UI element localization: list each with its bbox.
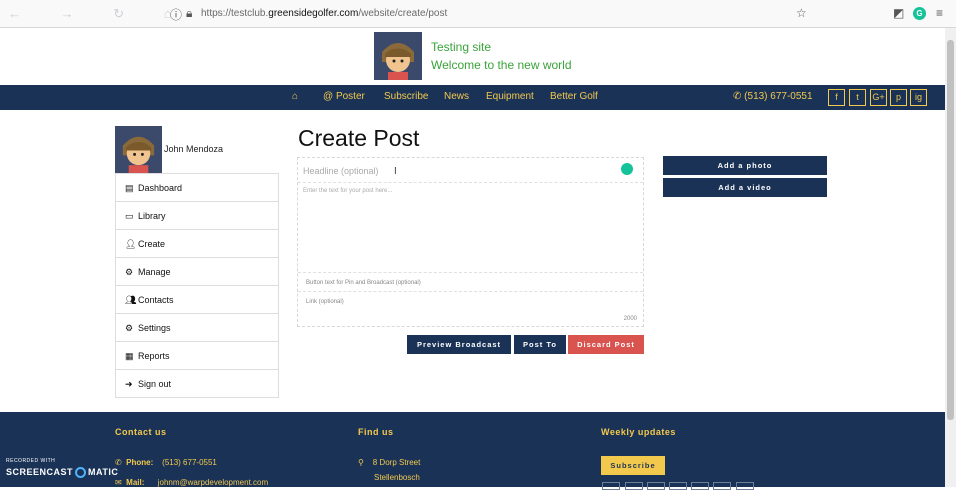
mail-icon: ✉ (115, 478, 122, 487)
gears-icon: ⚙ (125, 323, 134, 333)
post-to-button[interactable]: Post To (514, 335, 566, 354)
dashboard-icon: ▤ (125, 183, 134, 193)
text-cursor-icon: Ι (394, 166, 397, 177)
link-input[interactable]: Link (optional) (298, 291, 643, 315)
facebook-icon[interactable]: f (828, 89, 845, 106)
menu-icon[interactable]: ≡ (936, 6, 943, 20)
sidebar-item-reports[interactable]: ▦ Reports (116, 342, 278, 370)
map-marker-icon: ⚲ (358, 458, 364, 467)
site-subtitle: Welcome to the new world (431, 58, 572, 72)
char-counter: 2000 (623, 316, 637, 322)
site-title: Testing site (431, 40, 492, 54)
profile-name: John Mendoza (164, 144, 224, 154)
screencast-logo-icon (75, 467, 87, 479)
footer-social-icon[interactable] (736, 482, 754, 490)
user-icon: 👤︎ (125, 239, 137, 249)
subscribe-button[interactable]: Subscribe (601, 456, 665, 475)
sidebar-item-sign-out[interactable]: ➜ Sign out (116, 370, 278, 398)
address-bar[interactable]: https://testclub.greensidegolfer.com/web… (201, 8, 447, 19)
headline-input[interactable]: Headline (optional) Ι (298, 158, 643, 183)
button-text-input[interactable]: Button text for Pin and Broadcast (optio… (298, 272, 643, 291)
google-plus-icon[interactable]: G+ (870, 89, 887, 106)
sidebar-item-settings[interactable]: ⚙ Settings (116, 314, 278, 342)
nav-item-better-golf[interactable]: Better Golf (550, 91, 598, 102)
bookmark-star-icon[interactable]: ☆ (796, 6, 807, 20)
sidebar-item-contacts[interactable]: 👥︎ Contacts (116, 286, 278, 314)
add-video-button[interactable]: Add a video (663, 178, 827, 197)
weekly-updates-heading: Weekly updates (601, 427, 676, 437)
nav-item-equipment[interactable]: Equipment (486, 91, 534, 102)
grammarly-icon[interactable] (621, 163, 633, 175)
pocket-icon[interactable]: ◩ (893, 6, 904, 20)
footer-mail[interactable]: ✉ Mail: johnm@warpdevelopment.com (115, 478, 268, 487)
footer-social-icon[interactable] (625, 482, 643, 490)
footer-phone[interactable]: ✆ Phone: (513) 677-0551 (115, 458, 217, 467)
users-icon: 👥︎ (125, 295, 137, 305)
instagram-icon[interactable]: ig (910, 89, 927, 106)
sidebar-item-dashboard[interactable]: ▤ Dashboard (116, 174, 278, 202)
info-icon[interactable]: ⓘ (170, 6, 182, 23)
browser-toolbar: ← → ↻ ⌂ ⋯ ⓘ 🔒︎ https://testclub.greensid… (0, 0, 956, 28)
contact-heading: Contact us (115, 427, 167, 437)
home-icon[interactable]: ⌂ (292, 91, 298, 102)
scrollbar-thumb[interactable] (947, 40, 954, 420)
footer-address-line2: Stellenbosch (374, 473, 420, 482)
post-form: Headline (optional) Ι Enter the text for… (297, 157, 644, 327)
footer-social-icon[interactable] (713, 482, 731, 490)
footer-social-icon[interactable] (691, 482, 709, 490)
nav-item-subscribe[interactable]: Subscribe (384, 91, 428, 102)
phone-link[interactable]: ✆ (513) 677-0551 (733, 91, 813, 102)
add-photo-button[interactable]: Add a photo (663, 156, 827, 175)
find-us-heading: Find us (358, 427, 394, 437)
main-nav: ⌂ @ Poster Subscribe News Equipment Bett… (0, 85, 945, 110)
screencast-watermark: RECORDED WITH SCREENCAST MATIC (6, 458, 119, 479)
sidebar-item-create[interactable]: 👤︎ Create (116, 230, 278, 258)
site-header: Testing site Welcome to the new world (0, 28, 945, 84)
site-footer: Contact us ✆ Phone: (513) 677-0551 ✉ Mai… (0, 412, 945, 490)
report-icon: ▦ (125, 351, 134, 361)
sidebar-item-library[interactable]: ▭ Library (116, 202, 278, 230)
sidebar-item-manage[interactable]: ⚙ Manage (116, 258, 278, 286)
avatar[interactable] (115, 126, 162, 173)
footer-address-line1: ⚲ 8 Dorp Street (358, 458, 421, 467)
nav-item-poster[interactable]: @ Poster (323, 91, 365, 102)
users-cog-icon: ⚙ (125, 267, 134, 277)
nav-item-news[interactable]: News (444, 91, 469, 102)
preview-broadcast-button[interactable]: Preview Broadcast (407, 335, 511, 354)
twitter-icon[interactable]: t (849, 89, 866, 106)
sign-out-icon: ➜ (125, 379, 133, 389)
discard-post-button[interactable]: Discard Post (568, 335, 644, 354)
sidebar-menu: ▤ Dashboard ▭ Library 👤︎ Create ⚙ Manage 👥︎ C… (115, 173, 279, 398)
monitor-icon: ▭ (125, 211, 134, 221)
grammarly-icon[interactable]: G (913, 7, 926, 20)
footer-social-icon[interactable] (669, 482, 687, 490)
page-scrollbar[interactable] (945, 28, 956, 487)
footer-social-icon[interactable] (602, 482, 620, 490)
pinterest-icon[interactable]: p (890, 89, 907, 106)
page-title: Create Post (298, 125, 420, 151)
footer-social-icon[interactable] (647, 482, 665, 490)
site-logo[interactable] (374, 32, 422, 80)
lock-icon: 🔒︎ (186, 6, 193, 20)
post-body-input[interactable]: Enter the text for your post here... (303, 188, 392, 194)
